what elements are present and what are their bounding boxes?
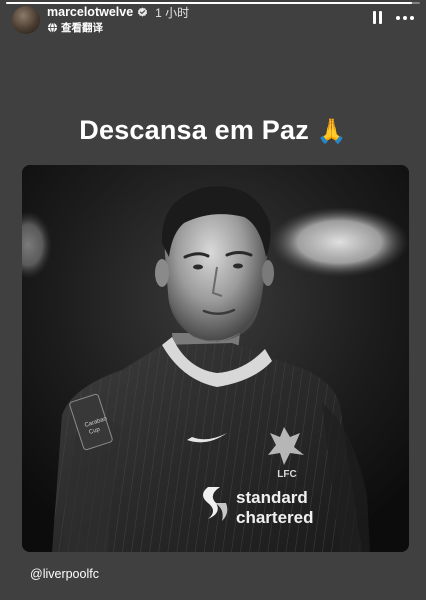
story-progress-fill: [6, 2, 412, 4]
player-photo: LFC standard chartered Carabao Cup: [22, 165, 409, 552]
translate-row[interactable]: 查看翻译: [47, 20, 189, 35]
pause-icon[interactable]: [373, 11, 382, 24]
club-text: LFC: [277, 469, 296, 480]
story-caption: Descansa em Paz 🙏: [0, 115, 426, 146]
more-icon[interactable]: [396, 15, 414, 20]
username[interactable]: marcelotwelve: [47, 5, 133, 19]
verified-badge-icon: [137, 6, 148, 18]
story-progress-bar: [6, 2, 420, 4]
pray-emoji: 🙏: [316, 118, 347, 145]
user-row: marcelotwelve 1 小时: [47, 5, 190, 20]
header-controls: [373, 11, 414, 24]
mention-link[interactable]: @liverpoolfc: [30, 567, 99, 581]
avatar[interactable]: [12, 6, 40, 34]
story-header: marcelotwelve 1 小时 查看翻译: [12, 5, 414, 35]
player-photo-illustration: LFC standard chartered Carabao Cup: [22, 165, 409, 552]
sponsor-line-1: standard: [236, 488, 308, 507]
caption-text: Descansa em Paz: [79, 115, 309, 145]
globe-icon: [47, 22, 58, 33]
time-ago: 1 小时: [155, 5, 190, 20]
sponsor-line-2: chartered: [236, 508, 313, 527]
translate-link[interactable]: 查看翻译: [61, 20, 103, 35]
user-block: marcelotwelve 1 小时 查看翻译: [47, 5, 190, 35]
